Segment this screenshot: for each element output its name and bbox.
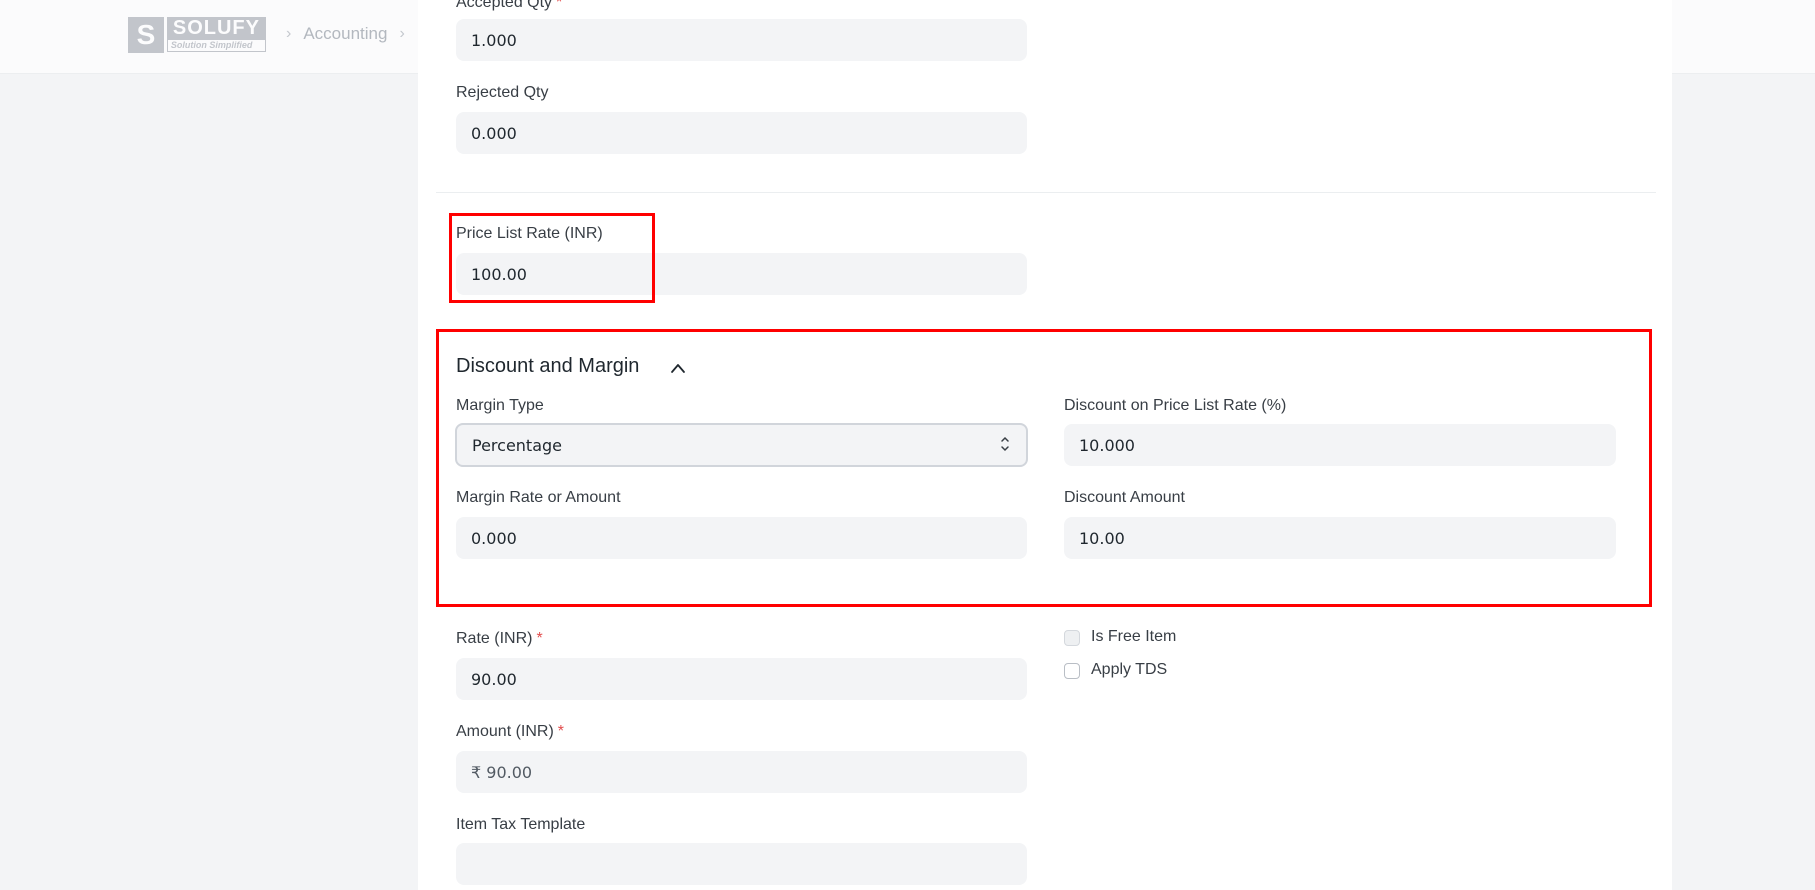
item-tax-template-input[interactable] [456,843,1027,885]
breadcrumb: › Accounting › [286,24,417,44]
rejected-qty-input[interactable]: 0.000 [456,112,1027,154]
price-list-rate-highlight [449,213,655,303]
rate-input[interactable]: 90.00 [456,658,1027,700]
accepted-qty-input[interactable]: 1.000 [456,19,1027,61]
section-divider [436,192,1656,193]
is-free-item-checkbox[interactable] [1064,630,1080,646]
breadcrumb-item-accounting[interactable]: Accounting [303,24,387,44]
rejected-qty-label: Rejected Qty [456,84,549,101]
amount-readonly-field: ₹ 90.00 [456,751,1027,793]
discount-section-highlight [436,329,1652,607]
logo-tagline: Solution Simplified [166,39,266,52]
logo-name: SOLUFY [166,17,266,39]
is-free-item-label: Is Free Item [1091,628,1177,645]
accepted-qty-label: Accepted Qty * [456,0,563,11]
logo-icon: S [128,16,164,53]
chevron-right-icon: › [286,25,292,42]
amount-label: Amount (INR) * [456,723,565,740]
item-tax-template-label: Item Tax Template [456,816,586,833]
chevron-right-icon: › [399,25,405,42]
apply-tds-checkbox[interactable] [1064,663,1080,679]
app-logo[interactable]: S SOLUFY Solution Simplified [128,16,266,53]
apply-tds-label: Apply TDS [1091,661,1168,678]
rate-label: Rate (INR) * [456,630,543,647]
